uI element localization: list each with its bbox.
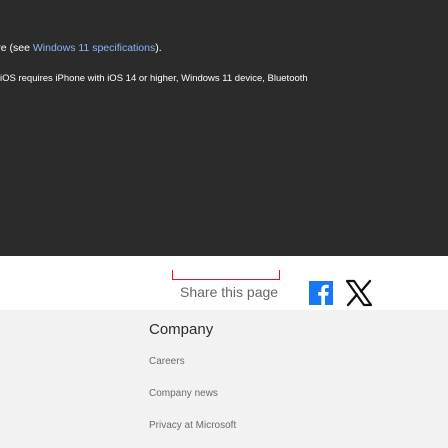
focus-outline xyxy=(172,270,280,280)
requirements-panel: dware (see Windows 11 specifications). i… xyxy=(0,0,448,256)
windows-11-specifications-link[interactable]: Windows 11 specifications xyxy=(33,42,155,54)
careers-link[interactable]: Careers xyxy=(149,356,185,367)
share-this-page-label: Share this page xyxy=(180,284,279,300)
hardware-text-prefix: dware (see xyxy=(0,42,30,54)
company-footer-column: Company Careers Company news Privacy at … xyxy=(0,310,448,448)
company-news-link[interactable]: Company news xyxy=(149,388,218,399)
facebook-icon[interactable] xyxy=(309,281,333,305)
x-icon[interactable] xyxy=(344,278,374,308)
hardware-text-suffix: ). xyxy=(155,42,162,54)
privacy-at-microsoft-link[interactable]: Privacy at Microsoft xyxy=(149,420,236,431)
hardware-requirement: dware (see Windows 11 specifications). xyxy=(0,42,162,54)
company-heading: Company xyxy=(149,321,214,338)
ios-requirement: iOS requires iPhone with iOS 14 or highe… xyxy=(0,73,308,84)
share-section: Share this page xyxy=(0,256,448,310)
